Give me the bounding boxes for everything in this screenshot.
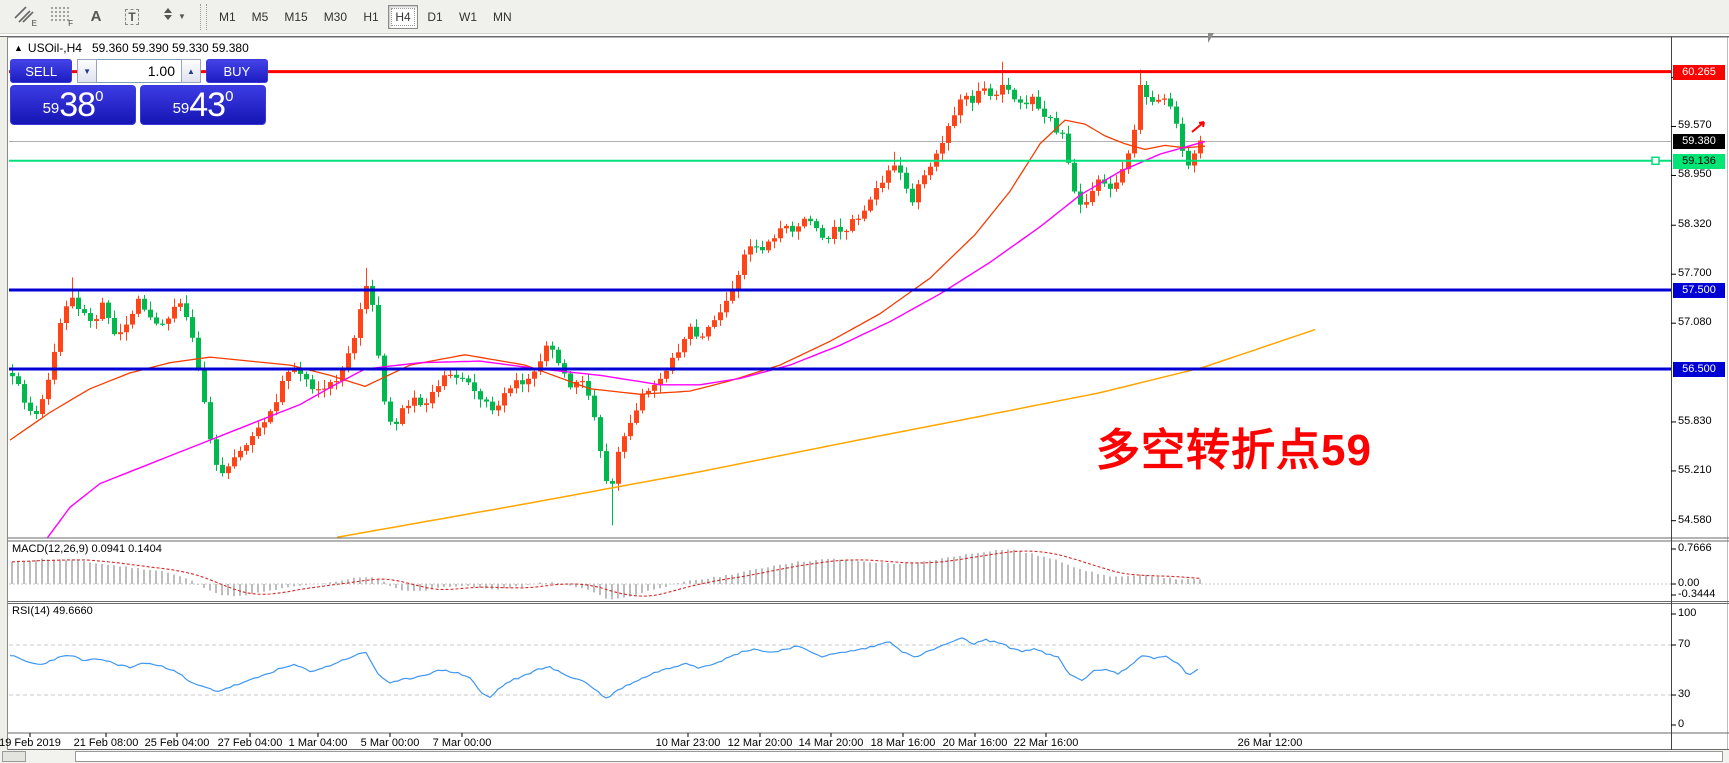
buy-price-small: 59 xyxy=(173,96,190,122)
chart-text-annotation: 多空转折点59 xyxy=(1096,414,1372,478)
volume-increase-button[interactable]: ▲ xyxy=(181,59,201,83)
timeframe-button-d1[interactable]: D1 xyxy=(420,5,450,29)
price-badge-59.380: 59.380 xyxy=(1673,134,1725,149)
timeframe-button-m15[interactable]: M15 xyxy=(277,5,314,29)
sell-quote-box[interactable]: 59 38 0 xyxy=(10,85,136,125)
macd-tick-label: 0.7666 xyxy=(1678,542,1712,554)
timeframe-button-m5[interactable]: M5 xyxy=(245,5,276,29)
rsi-tick-label: 70 xyxy=(1678,638,1690,650)
price-tick-label: 57.080 xyxy=(1678,316,1712,328)
window-left-edge xyxy=(0,37,8,763)
price-tick-label: 55.830 xyxy=(1678,415,1712,427)
price-tick-label: 58.320 xyxy=(1678,218,1712,230)
fibonacci-tool-letter: F xyxy=(68,19,73,28)
timeframe-button-h4[interactable]: H4 xyxy=(388,5,418,29)
timeframe-toolbar: M1M5M15M30H1H4D1W1MN xyxy=(211,5,520,29)
fibonacci-tool-button[interactable]: F xyxy=(43,4,77,30)
mt4-application: E F A T ▼ M1M5M15M30H1H4D1W1MN xyxy=(0,0,1729,763)
chart-title: ▲ USOil-,H4 59.360 59.390 59.330 59.380 xyxy=(14,41,249,55)
textbox-tool-icon: T xyxy=(125,9,138,25)
price-tick-label: 55.210 xyxy=(1678,464,1712,476)
text-tool-icon: A xyxy=(91,8,102,25)
textbox-tool-button[interactable]: T xyxy=(115,4,149,30)
one-click-trading-panel: SELL ▼ ▲ BUY 59 38 0 59 43 0 xyxy=(10,59,268,125)
sell-button[interactable]: SELL xyxy=(10,59,72,83)
rsi-label: RSI(14) 49.6660 xyxy=(12,605,93,617)
volume-input[interactable] xyxy=(97,59,181,83)
sell-price-big: 38 xyxy=(59,88,95,122)
chart-ohlc-values: 59.360 59.390 59.330 59.380 xyxy=(92,41,249,55)
price-tick-label: 57.700 xyxy=(1678,267,1712,279)
price-badge-57.500: 57.500 xyxy=(1673,283,1725,298)
arrows-icon xyxy=(160,6,176,27)
price-tick-label: 54.580 xyxy=(1678,514,1712,526)
channel-tool-letter: E xyxy=(32,19,37,28)
buy-quote-box[interactable]: 59 43 0 xyxy=(140,85,266,125)
sell-price-sup: 0 xyxy=(95,89,103,104)
buy-price-big: 43 xyxy=(189,88,225,122)
rsi-tick-label: 100 xyxy=(1678,607,1696,619)
price-tick-label: 59.570 xyxy=(1678,119,1712,131)
equidistant-channel-tool-button[interactable]: E xyxy=(7,4,41,30)
scrollbar-track[interactable] xyxy=(75,751,1723,762)
price-badge-60.265: 60.265 xyxy=(1673,65,1725,80)
bottom-scrollbar-strip xyxy=(0,750,1729,763)
rsi-tick-label: 30 xyxy=(1678,688,1690,700)
fibonacci-icon xyxy=(50,5,70,28)
volume-decrease-button[interactable]: ▼ xyxy=(77,59,97,83)
drawing-toolbar: E F A T ▼ M1M5M15M30H1H4D1W1MN xyxy=(0,0,1729,34)
macd-tick-label: -0.3444 xyxy=(1678,588,1715,600)
timeframe-button-m30[interactable]: M30 xyxy=(317,5,354,29)
price-tick-label: 58.950 xyxy=(1678,168,1712,180)
buy-button[interactable]: BUY xyxy=(206,59,268,83)
timeframe-button-m1[interactable]: M1 xyxy=(212,5,243,29)
sell-price-small: 59 xyxy=(43,96,60,122)
dropdown-caret-icon: ▼ xyxy=(178,12,186,21)
timeframe-button-w1[interactable]: W1 xyxy=(452,5,484,29)
window-right-edge xyxy=(1727,37,1728,763)
chart-symbol: USOil-,H4 xyxy=(28,41,82,55)
toolbar-separator xyxy=(200,4,207,30)
chart-plot-area[interactable] xyxy=(9,37,1671,750)
macd-label: MACD(12,26,9) 0.0941 0.1404 xyxy=(12,543,162,555)
timeframe-button-h1[interactable]: H1 xyxy=(356,5,386,29)
price-badge-56.500: 56.500 xyxy=(1673,362,1725,377)
buy-price-sup: 0 xyxy=(225,89,233,104)
timeframe-button-mn[interactable]: MN xyxy=(486,5,519,29)
rsi-tick-label: 0 xyxy=(1678,718,1684,730)
arrows-tool-button[interactable]: ▼ xyxy=(151,4,195,30)
mouse-cursor xyxy=(1208,33,1214,43)
price-badge-59.136: 59.136 xyxy=(1673,154,1725,169)
text-tool-button[interactable]: A xyxy=(79,4,113,30)
triangle-up-icon: ▲ xyxy=(14,43,23,53)
scrollbar-left-box[interactable] xyxy=(2,751,26,762)
